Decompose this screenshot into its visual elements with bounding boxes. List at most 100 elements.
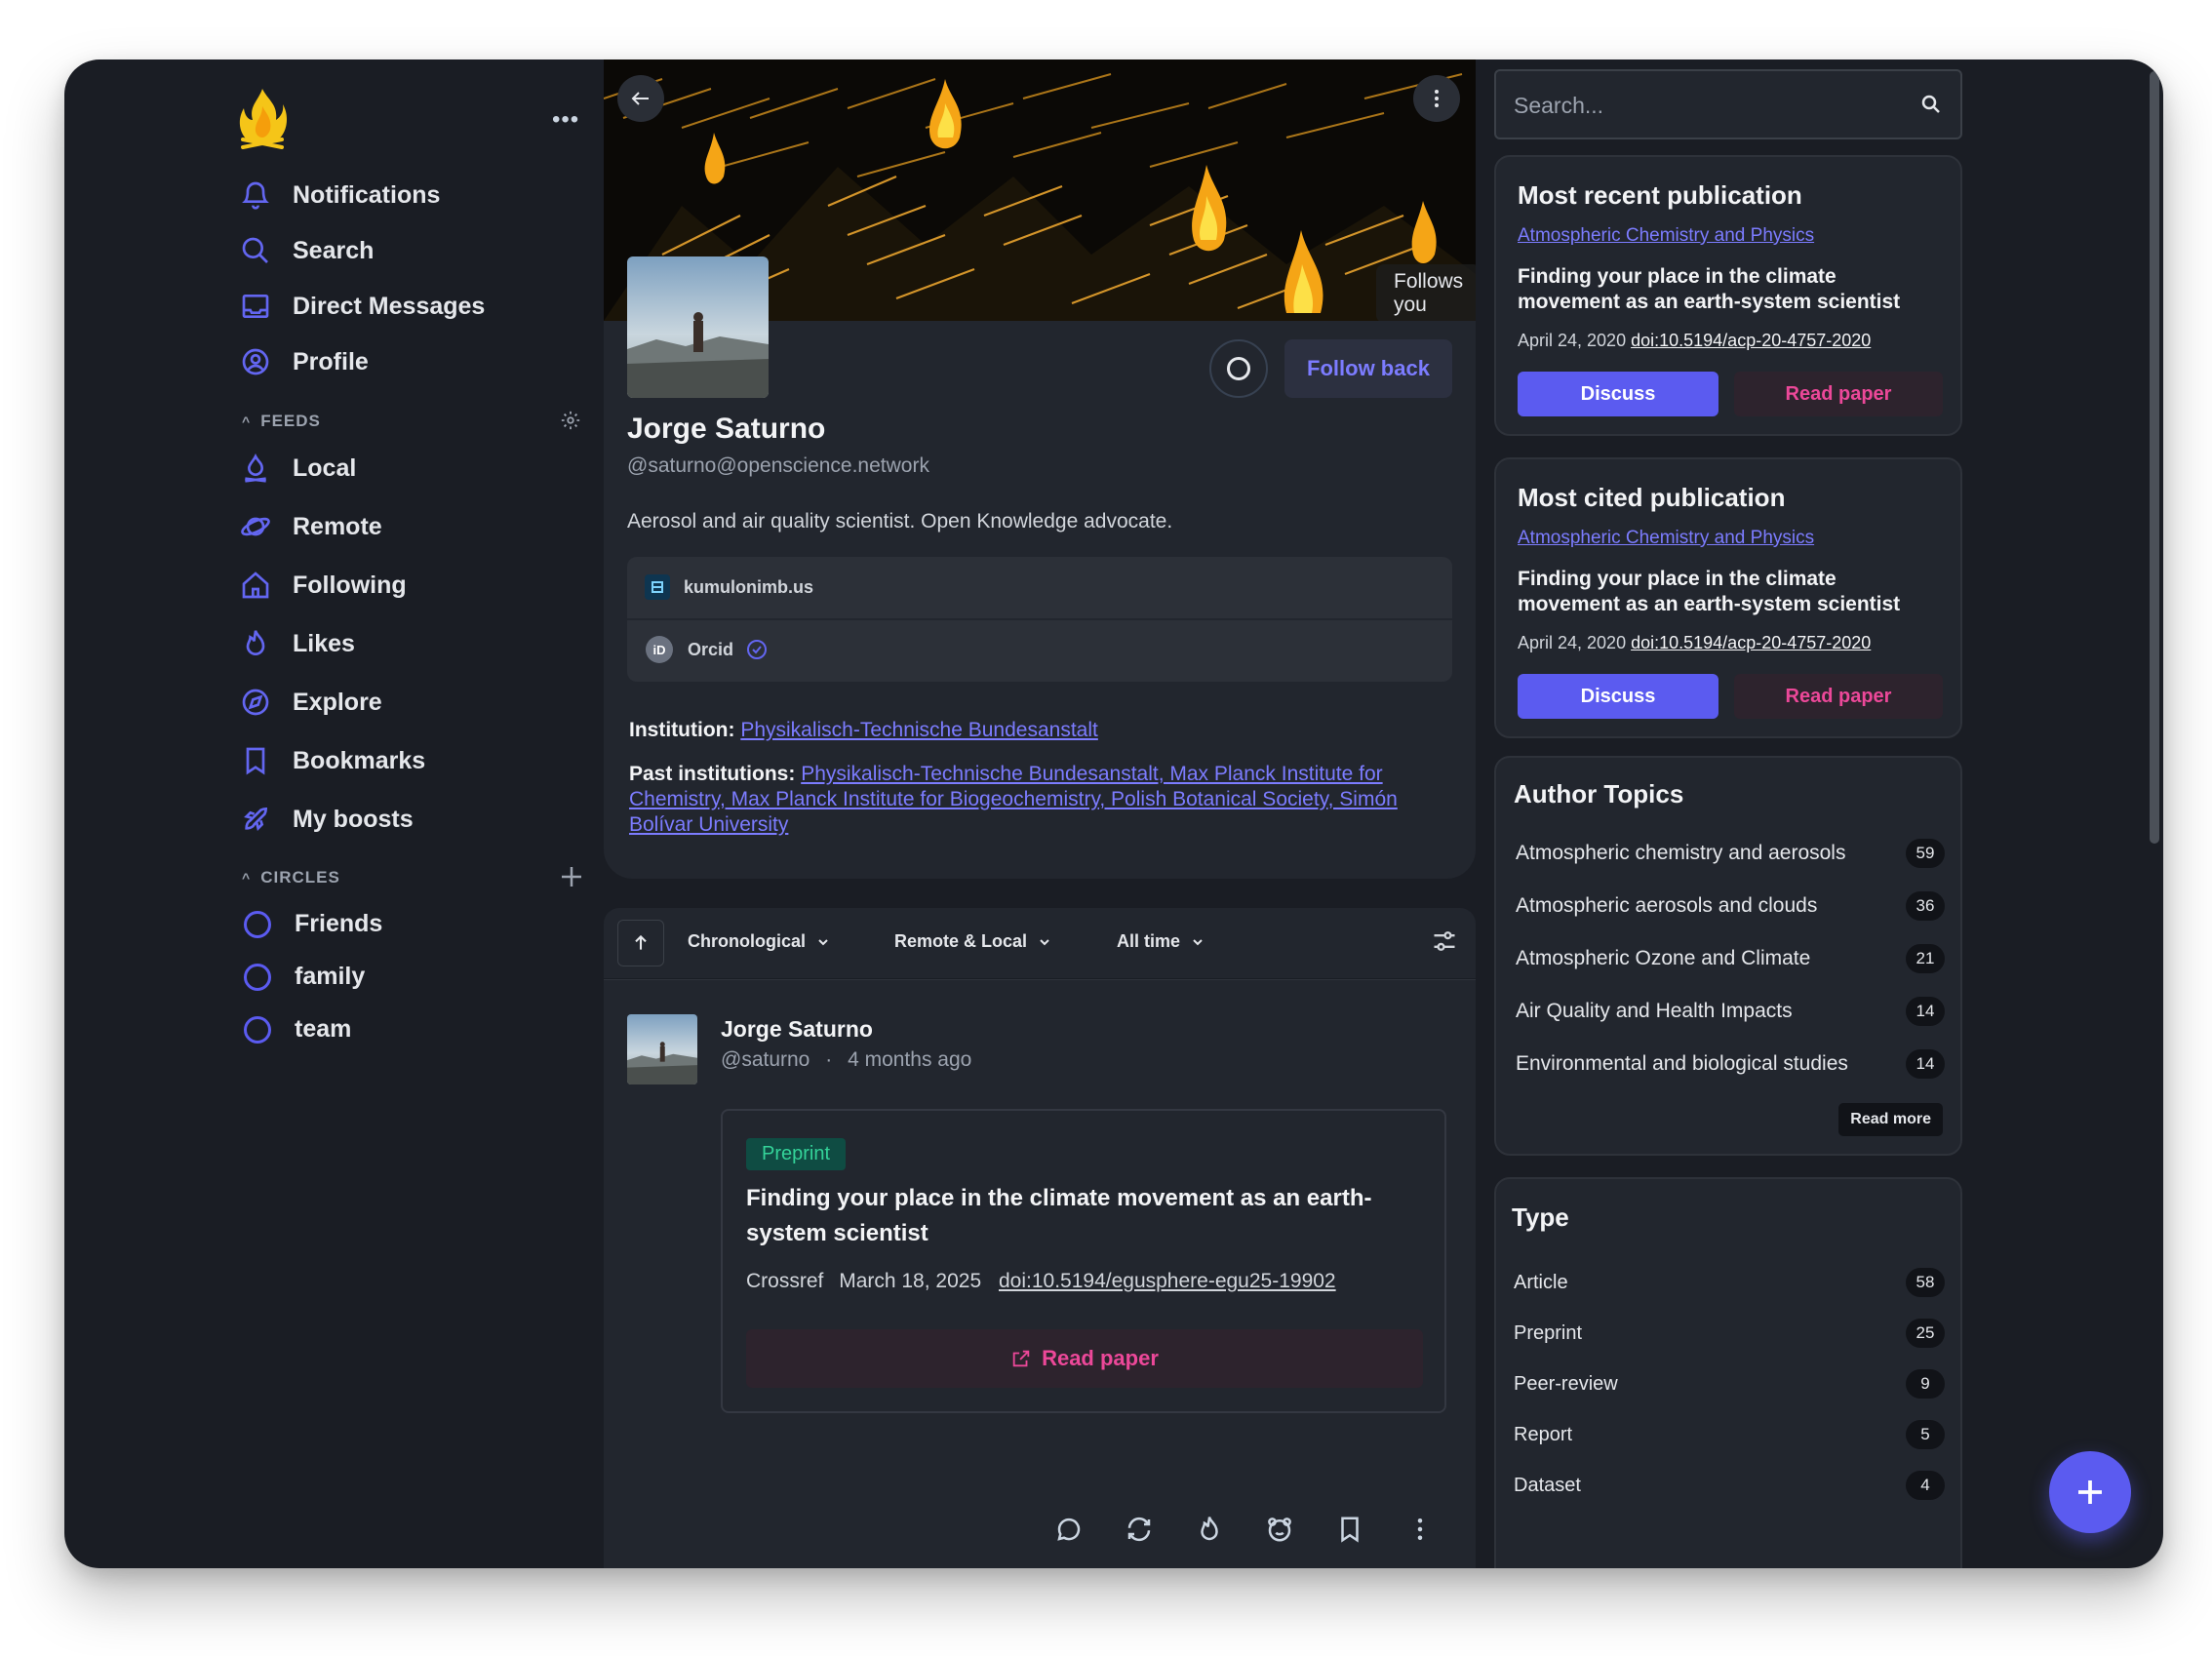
nav-notifications[interactable]: Notifications <box>240 174 440 217</box>
topic-label: Atmospheric chemistry and aerosols <box>1516 842 1846 864</box>
profile-menu-button[interactable] <box>1413 75 1460 122</box>
circles-heading: CIRCLES <box>260 868 340 887</box>
nav-search[interactable]: Search <box>240 229 374 272</box>
more-options-icon[interactable]: ••• <box>552 106 579 134</box>
topic-row[interactable]: Atmospheric chemistry and aerosols 59 <box>1516 836 1945 871</box>
follows-you-badge: Follows you <box>1376 264 1476 321</box>
nav-label: Profile <box>293 347 369 375</box>
post-handle[interactable]: @saturno <box>721 1048 810 1071</box>
read-more-button[interactable]: Read more <box>1838 1103 1943 1136</box>
read-paper-button[interactable]: Read paper <box>1734 372 1943 416</box>
profile-bio: Aerosol and air quality scientist. Open … <box>627 510 1173 532</box>
flame-icon <box>246 630 265 655</box>
back-button[interactable] <box>617 75 664 122</box>
profile-avatar[interactable] <box>627 256 769 398</box>
feed-explore[interactable]: Explore <box>240 681 382 724</box>
source-value: Remote & Local <box>894 931 1028 951</box>
feed-following[interactable]: Following <box>240 564 407 607</box>
scrollbar[interactable] <box>2150 71 2159 844</box>
past-institutions: Past institutions: Physikalisch-Technisc… <box>629 762 1448 838</box>
topic-row[interactable]: Atmospheric aerosols and clouds 36 <box>1516 888 1945 924</box>
topic-row[interactable]: Air Quality and Health Impacts 14 <box>1516 994 1945 1029</box>
feed-likes[interactable]: Likes <box>240 622 355 665</box>
bookmark-icon <box>246 747 265 775</box>
feed-local[interactable]: Local <box>240 447 356 490</box>
publication-doi-link[interactable]: doi:10.5194/acp-20-4757-2020 <box>1631 331 1871 350</box>
reply-button[interactable] <box>1052 1513 1086 1546</box>
nav-direct-messages[interactable]: Direct Messages <box>240 285 485 328</box>
publication-doi-link[interactable]: doi:10.5194/acp-20-4757-2020 <box>1631 633 1871 652</box>
journal-link[interactable]: Atmospheric Chemistry and Physics <box>1518 528 1814 549</box>
gear-icon[interactable] <box>560 410 581 431</box>
discuss-button[interactable]: Discuss <box>1518 674 1718 719</box>
nav-label: Remote <box>293 512 382 540</box>
search-icon[interactable] <box>1919 93 1943 116</box>
campfire-logo-icon[interactable] <box>235 85 290 149</box>
website-link[interactable]: kumulonimb.us <box>645 574 813 600</box>
post-menu-button[interactable] <box>1403 1513 1437 1546</box>
journal-link[interactable]: Atmospheric Chemistry and Physics <box>1518 225 1814 247</box>
like-button[interactable] <box>1193 1513 1226 1546</box>
circles-section-toggle[interactable]: ^ CIRCLES <box>242 868 340 887</box>
bear-face-icon <box>1268 1518 1291 1542</box>
nav-label: Following <box>293 571 407 599</box>
publication-title[interactable]: Finding your place in the climate moveme… <box>1518 567 1937 617</box>
orcid-link[interactable]: iD Orcid <box>645 635 769 664</box>
react-button[interactable] <box>1263 1513 1296 1546</box>
circle-family[interactable]: family <box>244 963 365 991</box>
type-row[interactable]: Peer-review 9 <box>1514 1366 1945 1401</box>
paper-doi-link[interactable]: doi:10.5194/egusphere-egu25-19902 <box>999 1270 1336 1292</box>
feed-my-boosts[interactable]: My boosts <box>240 798 414 841</box>
chevron-down-icon <box>818 938 828 945</box>
source-dropdown[interactable]: Remote & Local <box>894 931 1052 952</box>
search-input[interactable] <box>1514 89 1904 122</box>
type-count: 25 <box>1906 1319 1945 1348</box>
circle-friends[interactable]: Friends <box>244 910 382 938</box>
publication-title[interactable]: Finding your place in the climate moveme… <box>1518 264 1937 315</box>
external-link-icon <box>1012 1350 1030 1367</box>
type-row[interactable]: Dataset 4 <box>1514 1468 1945 1503</box>
paper-title[interactable]: Finding your place in the climate moveme… <box>746 1181 1409 1251</box>
type-count: 58 <box>1906 1268 1945 1297</box>
past-institutions-label: Past institutions: <box>629 763 796 785</box>
topic-row[interactable]: Atmospheric Ozone and Climate 21 <box>1516 941 1945 976</box>
feeds-section-toggle[interactable]: ^ FEEDS <box>242 412 321 431</box>
rocket-icon <box>244 807 268 831</box>
type-row[interactable]: Article 58 <box>1514 1265 1945 1300</box>
topic-label: Atmospheric Ozone and Climate <box>1516 947 1811 969</box>
plus-icon[interactable] <box>560 865 583 888</box>
post-author[interactable]: Jorge Saturno <box>721 1016 873 1043</box>
feed-remote[interactable]: Remote <box>240 505 382 548</box>
compose-button[interactable] <box>2049 1451 2131 1533</box>
read-paper-button[interactable]: Read paper <box>1734 674 1943 719</box>
boost-button[interactable] <box>1123 1513 1156 1546</box>
circle-team[interactable]: team <box>244 1015 351 1044</box>
planet-icon <box>241 517 270 536</box>
time-dropdown[interactable]: All time <box>1117 931 1205 952</box>
institution-link[interactable]: Physikalisch-Technische Bundesanstalt <box>740 719 1098 741</box>
post-avatar[interactable] <box>627 1014 697 1084</box>
scroll-top-button[interactable] <box>617 920 664 966</box>
chevron-up-icon: ^ <box>242 414 252 429</box>
post-time[interactable]: 4 months ago <box>848 1048 971 1071</box>
bookmark-button[interactable] <box>1333 1513 1366 1546</box>
sliders-icon[interactable] <box>1431 927 1458 955</box>
paper-card[interactable]: Preprint Finding your place in the clima… <box>721 1109 1446 1413</box>
circle-label: team <box>295 1015 352 1043</box>
read-paper-button[interactable]: Read paper <box>746 1329 1423 1388</box>
status-toggle-button[interactable] <box>1209 339 1268 398</box>
preprint-badge: Preprint <box>746 1138 847 1170</box>
publication-meta: April 24, 2020 doi:10.5194/acp-20-4757-2… <box>1518 331 1871 351</box>
follow-back-button[interactable]: Follow back <box>1284 339 1452 398</box>
meta-separator: · <box>825 1048 833 1071</box>
discuss-button[interactable]: Discuss <box>1518 372 1718 416</box>
topic-row[interactable]: Environmental and biological studies 14 <box>1516 1046 1945 1082</box>
chevron-down-icon <box>1193 938 1203 945</box>
nav-profile[interactable]: Profile <box>240 340 369 383</box>
circle-ring-icon <box>244 910 271 938</box>
type-row[interactable]: Report 5 <box>1514 1417 1945 1452</box>
sort-dropdown[interactable]: Chronological <box>688 931 831 952</box>
profile-card: Follows you Follow back Jorge Saturno @s… <box>604 59 1476 879</box>
feed-bookmarks[interactable]: Bookmarks <box>240 739 425 782</box>
type-row[interactable]: Preprint 25 <box>1514 1316 1945 1351</box>
